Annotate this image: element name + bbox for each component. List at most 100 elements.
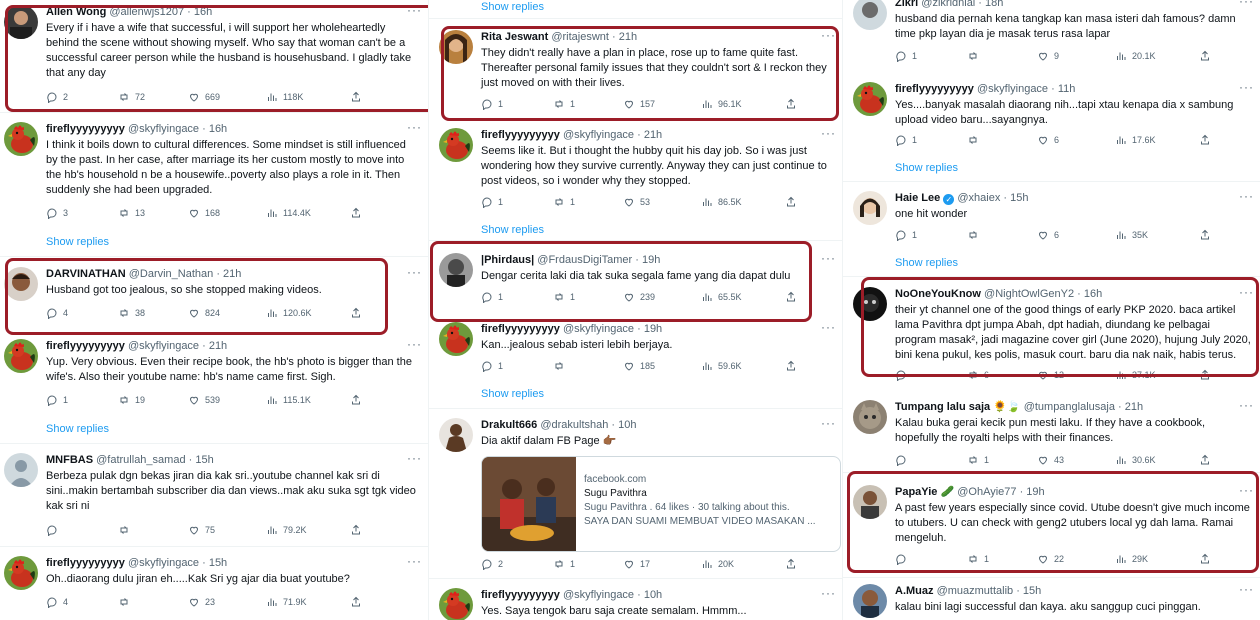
tweet-mnfbas[interactable]: MNFBAS @fatrullah_samad · 15h ··· Berbez…: [0, 451, 428, 541]
tweet-darvinathan[interactable]: DARVINATHAN @Darvin_Nathan · 21h ··· Hus…: [0, 265, 428, 329]
views-button[interactable]: 37.1K: [1115, 369, 1156, 381]
user-handle[interactable]: @xhaiex · 15h: [957, 192, 1028, 204]
more-options-icon[interactable]: ···: [1239, 0, 1254, 8]
user-name[interactable]: DARVINATHAN: [46, 268, 126, 280]
avatar[interactable]: [4, 556, 38, 590]
avatar[interactable]: [853, 485, 887, 519]
reply-button[interactable]: 4: [46, 307, 68, 319]
more-options-icon[interactable]: ···: [821, 320, 836, 334]
views-button[interactable]: 20.1K: [1115, 50, 1156, 62]
user-handle[interactable]: @FrdausDigiTamer · 19h: [537, 254, 660, 266]
user-handle[interactable]: @skyflyingace · 10h: [563, 589, 662, 601]
user-name[interactable]: PapaYie: [895, 486, 937, 498]
more-options-icon[interactable]: ···: [1239, 483, 1254, 497]
like-button[interactable]: 17: [623, 558, 650, 570]
reply-button[interactable]: [895, 553, 912, 565]
user-name[interactable]: fireflyyyyyyyyy: [46, 123, 125, 135]
user-name[interactable]: NoOneYouKnow: [895, 288, 981, 300]
reply-button[interactable]: 1: [895, 134, 917, 146]
user-name[interactable]: fireflyyyyyyyyy: [895, 83, 974, 95]
tweet-fireflyyyyyyyyy[interactable]: fireflyyyyyyyyy @skyflyingace · 11h ··· …: [849, 80, 1260, 178]
share-button[interactable]: [1199, 369, 1211, 381]
views-button[interactable]: 114.4K: [266, 207, 311, 219]
views-button[interactable]: 118K: [266, 91, 303, 103]
like-button[interactable]: 22: [1037, 553, 1064, 565]
user-name[interactable]: Zikri: [895, 0, 918, 9]
reply-button[interactable]: 1: [895, 50, 917, 62]
more-options-icon[interactable]: ···: [821, 28, 836, 42]
more-options-icon[interactable]: ···: [407, 265, 422, 279]
user-handle[interactable]: @skyflyingace · 21h: [563, 129, 662, 141]
share-button[interactable]: [1199, 454, 1211, 466]
avatar[interactable]: [853, 191, 887, 225]
more-options-icon[interactable]: ···: [821, 586, 836, 600]
tweet-allen-wong[interactable]: Allen Wong @allenwjs1207 · 16h ··· Every…: [0, 3, 428, 110]
avatar[interactable]: [853, 82, 887, 116]
share-button[interactable]: [785, 98, 797, 110]
reply-button[interactable]: 1: [481, 98, 503, 110]
avatar[interactable]: [439, 588, 473, 620]
share-button[interactable]: [785, 196, 797, 208]
tweet-noone-you-know[interactable]: NoOneYouKnow @NightOwlGenY2 · 16h ··· th…: [849, 285, 1260, 387]
avatar[interactable]: [853, 0, 887, 30]
views-button[interactable]: 59.6K: [701, 360, 742, 372]
like-button[interactable]: 824: [188, 307, 220, 319]
share-button[interactable]: [350, 524, 362, 536]
tweet-tumpang-lalu-saja[interactable]: Tumpang lalu saja 🌻🍃 @tumpanglalusaja · …: [849, 398, 1260, 468]
reply-button[interactable]: [46, 524, 63, 536]
user-handle[interactable]: @ritajeswnt · 21h: [551, 31, 637, 43]
more-options-icon[interactable]: ···: [821, 251, 836, 265]
reply-button[interactable]: 1: [481, 291, 503, 303]
retweet-button[interactable]: [967, 229, 984, 241]
like-button[interactable]: 75: [188, 524, 215, 536]
user-handle[interactable]: @OhAyie77 · 19h: [957, 486, 1044, 498]
user-handle[interactable]: @NightOwlGenY2 · 16h: [984, 288, 1102, 300]
more-options-icon[interactable]: ···: [407, 554, 422, 568]
user-handle[interactable]: @skyflyingace · 21h: [128, 340, 227, 352]
share-button[interactable]: [785, 360, 797, 372]
reply-button[interactable]: 1: [481, 360, 503, 372]
user-name[interactable]: Drakult666: [481, 419, 537, 431]
more-options-icon[interactable]: ···: [1239, 189, 1254, 203]
user-name[interactable]: Rita Jeswant: [481, 31, 548, 43]
show-replies-link[interactable]: Show replies: [46, 423, 109, 435]
user-name[interactable]: Tumpang lalu saja: [895, 401, 990, 413]
like-button[interactable]: 239: [623, 291, 655, 303]
reply-button[interactable]: 4: [46, 596, 68, 608]
views-button[interactable]: 120.6K: [266, 307, 312, 319]
avatar[interactable]: [439, 322, 473, 356]
share-button[interactable]: [785, 558, 797, 570]
user-handle[interactable]: @muazmuttalib · 15h: [937, 585, 1042, 597]
views-button[interactable]: 96.1K: [701, 98, 742, 110]
more-options-icon[interactable]: ···: [407, 337, 422, 351]
avatar[interactable]: [853, 584, 887, 618]
retweet-button[interactable]: 1: [967, 553, 989, 565]
more-options-icon[interactable]: ···: [821, 126, 836, 140]
share-button[interactable]: [350, 91, 362, 103]
user-name[interactable]: MNFBAS: [46, 454, 93, 466]
more-options-icon[interactable]: ···: [407, 3, 422, 17]
user-name[interactable]: fireflyyyyyyyyy: [46, 340, 125, 352]
reply-button[interactable]: 1: [481, 196, 503, 208]
more-options-icon[interactable]: ···: [407, 120, 422, 134]
views-button[interactable]: 17.6K: [1115, 134, 1156, 146]
avatar[interactable]: [4, 453, 38, 487]
like-button[interactable]: 157: [623, 98, 655, 110]
avatar[interactable]: [853, 400, 887, 434]
user-handle[interactable]: @Darvin_Nathan · 21h: [129, 268, 242, 280]
user-name[interactable]: fireflyyyyyyyyy: [481, 323, 560, 335]
avatar[interactable]: [4, 122, 38, 156]
tweet-fireflyyyyyyyyy[interactable]: fireflyyyyyyyyy @skyflyingace · 16h ··· …: [0, 120, 428, 252]
views-button[interactable]: 86.5K: [701, 196, 742, 208]
reply-button[interactable]: 1: [46, 394, 68, 406]
avatar[interactable]: [439, 418, 473, 452]
reply-button[interactable]: 3: [46, 207, 68, 219]
show-replies-link[interactable]: Show replies: [481, 224, 544, 236]
share-button[interactable]: [350, 207, 362, 219]
views-button[interactable]: 79.2K: [266, 524, 307, 536]
more-options-icon[interactable]: ···: [1239, 398, 1254, 412]
share-button[interactable]: [1199, 229, 1211, 241]
tweet-fireflyyyyyyyyy[interactable]: fireflyyyyyyyyy @skyflyingace · 15h ··· …: [0, 554, 428, 616]
tweet-phirdaus[interactable]: |Phirdaus| @FrdausDigiTamer · 19h ··· De…: [435, 251, 842, 313]
tweet-fireflyyyyyyyyy[interactable]: fireflyyyyyyyyy @skyflyingace · 19h ··· …: [435, 320, 842, 402]
